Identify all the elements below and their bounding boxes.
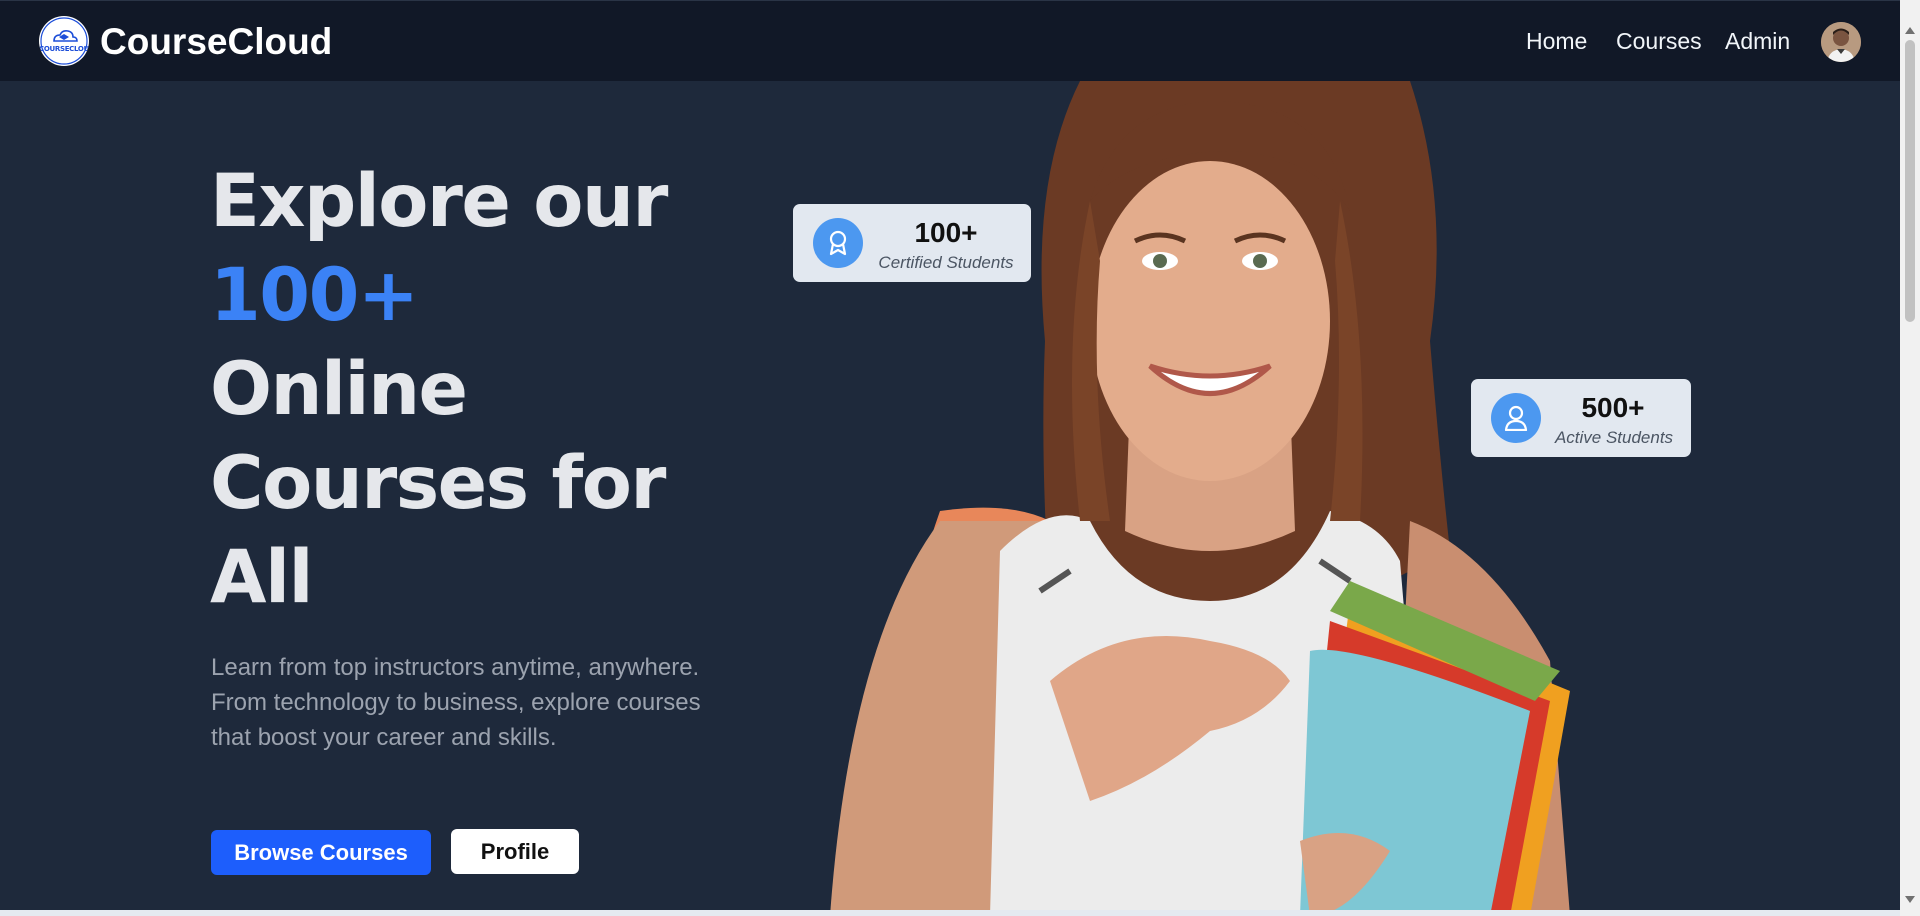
browse-courses-button[interactable]: Browse Courses	[211, 830, 431, 875]
user-icon	[1504, 405, 1528, 431]
brand-name[interactable]: CourseCloud	[100, 21, 332, 63]
stat-number: 500+	[1581, 392, 1645, 423]
hero-title-line: Courses for	[210, 441, 666, 526]
stat-label: Active Students	[1554, 428, 1674, 447]
user-avatar[interactable]	[1821, 22, 1861, 62]
scroll-up-arrow-icon[interactable]	[1905, 27, 1915, 34]
award-icon	[829, 230, 847, 256]
stat-number: 100+	[914, 217, 978, 248]
top-navbar: COURSECLOUD CourseCloud Home Courses Adm…	[0, 0, 1900, 81]
hero-description: Learn from top instructors anytime, anyw…	[211, 654, 701, 751]
profile-button[interactable]: Profile	[451, 829, 579, 874]
hero-title-line: Online	[210, 347, 468, 432]
stat-icon-badge	[813, 218, 863, 268]
stat-card-certified: 100+ Certified Students	[793, 204, 1031, 282]
cloud-icon	[40, 17, 88, 65]
hero-title-line: All	[210, 535, 314, 620]
scrollbar-thumb[interactable]	[1905, 40, 1915, 322]
stat-card-active: 500+ Active Students	[1471, 379, 1691, 457]
vertical-scrollbar[interactable]	[1900, 0, 1920, 916]
nav-link-courses[interactable]: Courses	[1616, 28, 1702, 55]
stat-icon-user	[1491, 393, 1541, 443]
page-bottom-edge	[0, 910, 1900, 916]
hero-title: Explore our 100+ Online Courses for All	[210, 155, 770, 625]
stat-label: Certified Students	[878, 253, 1014, 272]
scroll-down-arrow-icon[interactable]	[1905, 896, 1915, 903]
hero-title-accent: 100+	[210, 253, 419, 338]
logo-text: COURSECLOUD	[39, 45, 89, 53]
nav-link-home[interactable]: Home	[1526, 28, 1587, 55]
hero-title-line: Explore our	[210, 159, 668, 244]
brand-logo[interactable]: COURSECLOUD	[39, 16, 89, 66]
nav-link-admin[interactable]: Admin	[1725, 28, 1790, 55]
avatar-portrait-icon	[1821, 22, 1861, 62]
